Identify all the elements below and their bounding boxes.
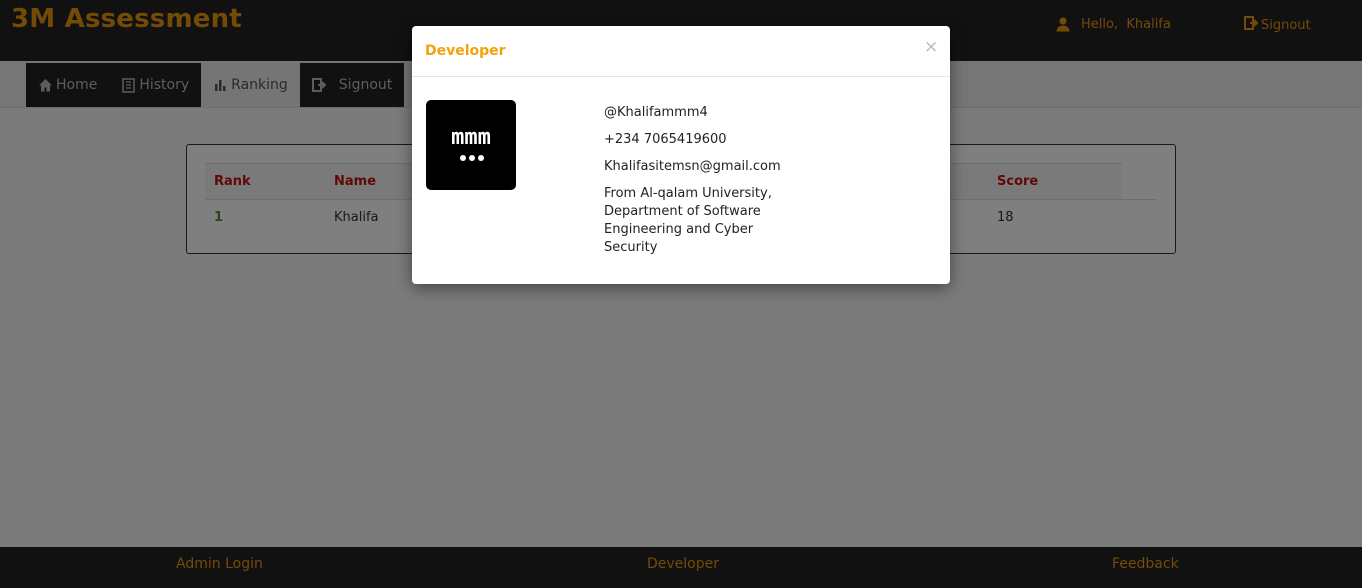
developer-phone: +234 7065419600 [604, 132, 727, 147]
developer-modal: Developer × mmm @Khalifammm4 +234 706541… [412, 26, 950, 284]
developer-handle: @Khalifammm4 [604, 105, 708, 120]
modal-title: Developer [425, 43, 506, 59]
modal-header: Developer × [412, 26, 950, 77]
developer-info: @Khalifammm4 +234 7065419600 Khalifasite… [604, 104, 804, 267]
logo-text: mmm [451, 125, 491, 150]
page: 3M Assessment Hello, Khalifa Signout Hom… [0, 0, 1362, 588]
logo-dots [460, 155, 484, 161]
close-icon[interactable]: × [924, 37, 938, 57]
developer-logo: mmm [426, 100, 516, 190]
developer-email: Khalifasitemsn@gmail.com [604, 159, 781, 174]
developer-description: From Al-qalam University, Department of … [604, 186, 772, 255]
